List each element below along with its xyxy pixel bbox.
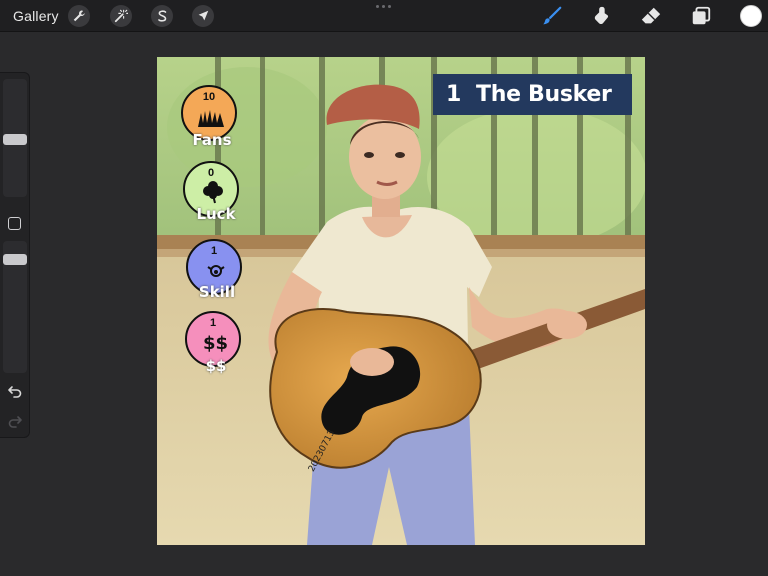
svg-text:$$: $$ [203,333,228,354]
arrow-cursor-icon [198,10,209,21]
gallery-button[interactable]: Gallery [13,8,59,24]
eraser-button[interactable] [639,4,663,28]
card-number: 1 [446,82,462,107]
modify-button[interactable] [8,217,21,230]
adjustments-button[interactable] [110,5,132,27]
crowd-hands-icon [198,110,224,127]
opacity-thumb[interactable] [3,254,27,265]
undo-icon[interactable] [7,383,23,399]
layers-button[interactable] [689,4,713,28]
dollar-icon: $$ [203,333,228,354]
stat-luck-label: Luck [196,205,236,223]
brush-button[interactable] [540,4,564,28]
card-title-banner: 1 The Busker [433,74,632,115]
clover-icon [203,181,223,204]
top-toolbar: Gallery [0,0,768,32]
smudge-icon [594,6,609,25]
selection-s-icon [158,10,167,22]
stat-money-label: $$ [205,357,227,375]
smudge-button[interactable] [589,4,613,28]
actions-button[interactable] [68,5,90,27]
stat-skill-label: Skill [198,283,236,301]
selection-button[interactable] [151,5,173,27]
left-sidebar [0,72,30,438]
toolbar-grabber[interactable] [376,5,392,9]
layers-icon [692,6,711,25]
drawing-canvas[interactable]: 1 The Busker 10 Fans 0 Luck 1 Skill 1 $$… [157,57,645,545]
transform-button[interactable] [192,5,214,27]
magic-wand-icon [114,9,128,23]
clown-icon [207,265,225,277]
redo-icon[interactable] [7,413,23,429]
color-picker-button[interactable] [740,5,762,27]
eraser-icon [641,7,661,24]
wrench-icon [73,10,85,22]
brush-size-thumb[interactable] [3,134,27,145]
stat-fans-label: Fans [192,131,232,149]
card-title: The Busker [476,82,612,107]
brush-icon [542,6,562,25]
stat-fans-value: 10 [202,91,216,103]
